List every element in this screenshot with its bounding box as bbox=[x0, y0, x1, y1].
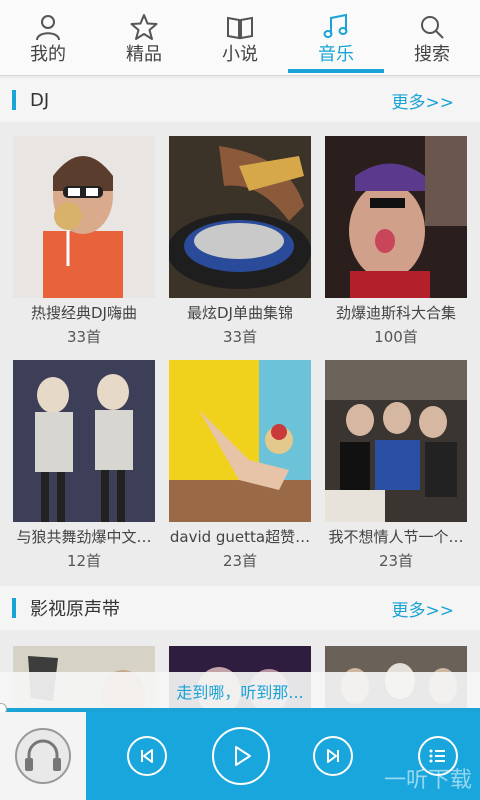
tab-label: 精品 bbox=[126, 44, 162, 65]
album-card[interactable]: 我不想情人节一个… 23首 bbox=[325, 360, 467, 571]
tab-search[interactable]: 搜索 bbox=[384, 0, 480, 75]
track-count: 23首 bbox=[222, 552, 258, 570]
track-count: 23首 bbox=[378, 552, 414, 570]
album-card[interactable]: 与狼共舞劲爆中文… 12首 bbox=[13, 360, 155, 571]
tab-featured[interactable]: 精品 bbox=[96, 0, 192, 75]
tab-label: 小说 bbox=[222, 44, 258, 65]
album-title: 我不想情人节一个… bbox=[328, 528, 464, 546]
album-art[interactable] bbox=[0, 712, 86, 800]
album-title: 热搜经典DJ嗨曲 bbox=[31, 304, 137, 322]
previous-button[interactable] bbox=[127, 736, 167, 776]
album-cover bbox=[325, 360, 467, 522]
book-icon bbox=[227, 16, 253, 40]
album-title: 与狼共舞劲爆中文… bbox=[16, 528, 152, 546]
player-bar: 一听下载 bbox=[0, 712, 480, 800]
tab-music[interactable]: 音乐 bbox=[288, 0, 384, 75]
person-icon bbox=[36, 15, 60, 41]
tab-label: 我的 bbox=[30, 44, 66, 65]
album-card[interactable]: david guetta超赞… 23首 bbox=[169, 360, 311, 571]
dj-grid: 热搜经典DJ嗨曲 33首 最炫DJ单曲集锦 33首 劲爆迪斯科大合集 100首 bbox=[0, 122, 480, 582]
search-icon bbox=[421, 16, 444, 39]
play-icon bbox=[235, 746, 251, 766]
album-cover bbox=[13, 360, 155, 522]
section-header-dj: DJ 更多>> bbox=[0, 78, 480, 122]
now-playing-strip[interactable]: 走到哪，听到那... bbox=[0, 672, 480, 710]
now-playing-text: 走到哪，听到那... bbox=[176, 683, 304, 702]
album-cover bbox=[169, 136, 311, 298]
album-card[interactable]: 热搜经典DJ嗨曲 33首 bbox=[13, 136, 155, 347]
album-cover bbox=[169, 360, 311, 522]
track-count: 12首 bbox=[66, 552, 102, 570]
album-card[interactable]: 最炫DJ单曲集锦 33首 bbox=[169, 136, 311, 347]
previous-icon bbox=[141, 749, 153, 763]
more-link[interactable]: 更多>> bbox=[392, 88, 455, 113]
tab-novel[interactable]: 小说 bbox=[192, 0, 288, 75]
more-link[interactable]: 更多>> bbox=[392, 596, 455, 621]
next-button[interactable] bbox=[313, 736, 353, 776]
album-cover bbox=[13, 136, 155, 298]
play-button[interactable] bbox=[212, 727, 270, 785]
music-note-icon bbox=[323, 13, 348, 38]
section-title: DJ bbox=[30, 89, 50, 111]
next-icon bbox=[327, 749, 339, 763]
watermark-text: 一听下载 bbox=[383, 768, 472, 793]
album-card[interactable]: 劲爆迪斯科大合集 100首 bbox=[325, 136, 467, 347]
track-count: 33首 bbox=[66, 328, 102, 346]
star-icon bbox=[130, 14, 158, 40]
album-title: david guetta超赞… bbox=[169, 528, 311, 546]
section-accent-bar bbox=[12, 598, 16, 618]
section-title: 影视原声带 bbox=[30, 599, 120, 620]
tab-mine[interactable]: 我的 bbox=[0, 0, 96, 75]
top-nav: 我的 精品 小说 音乐 搜索 bbox=[0, 0, 480, 76]
track-count: 100首 bbox=[374, 328, 418, 346]
album-title: 最炫DJ单曲集锦 bbox=[187, 304, 293, 322]
album-cover bbox=[325, 136, 467, 298]
tab-label: 搜索 bbox=[414, 44, 450, 65]
section-accent-bar bbox=[12, 90, 16, 110]
album-title: 劲爆迪斯科大合集 bbox=[335, 304, 456, 322]
section-header-soundtrack: 影视原声带 更多>> bbox=[0, 586, 480, 630]
track-count: 33首 bbox=[222, 328, 258, 346]
tab-label: 音乐 bbox=[318, 44, 354, 65]
headphones-icon bbox=[15, 728, 71, 784]
